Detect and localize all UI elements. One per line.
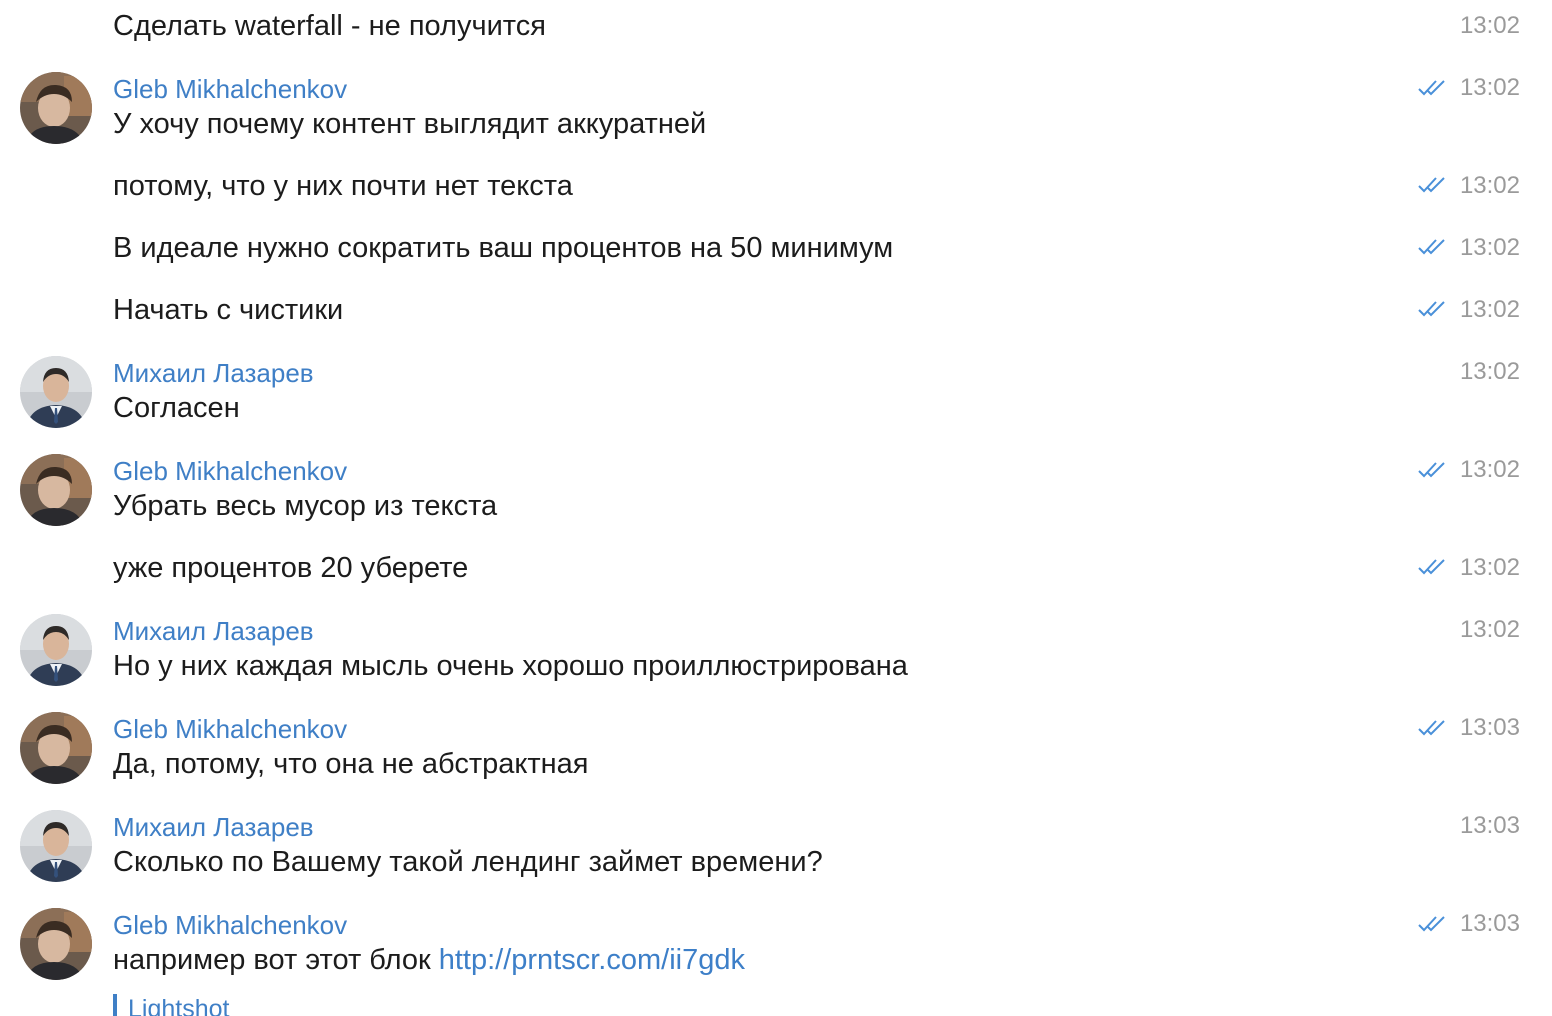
double-check-icon [1417,175,1447,195]
message-text: Начать с чистики [113,294,344,326]
avatar-mikhail[interactable] [20,810,92,882]
chat-history[interactable]: Сделать waterfall - не получится 13:02 G… [0,0,1552,1016]
message-link[interactable]: http://prntscr.com/ii7gdk [439,944,745,976]
message-time: 13:03 [1459,910,1520,937]
message-text: Убрать весь мусор из текста [113,490,498,522]
message-time: 13:02 [1459,358,1520,385]
message-text: Но у них каждая мысль очень хорошо проил… [113,650,908,682]
message-text: уже процентов 20 уберете [113,552,469,584]
message-text: Согласен [113,392,240,424]
message-time: 13:03 [1459,714,1520,741]
avatar-gleb[interactable] [20,454,92,526]
message-time: 13:02 [1459,616,1520,643]
double-check-icon [1417,718,1447,738]
message-text: В идеале нужно сократить ваш процентов н… [113,232,894,264]
avatar-gleb[interactable] [20,712,92,784]
link-preview-bar [113,994,117,1016]
message-text: Сколько по Вашему такой лендинг займет в… [113,846,823,878]
sender-name[interactable]: Gleb Mikhalchenkov [113,74,347,104]
message-text: например вот этот блок http://prntscr.co… [113,943,745,977]
double-check-icon [1417,237,1447,257]
double-check-icon [1417,557,1447,577]
message-time: 13:02 [1459,554,1520,581]
sender-name[interactable]: Gleb Mikhalchenkov [113,714,347,744]
sender-name[interactable]: Михаил Лазарев [113,616,314,646]
sender-name[interactable]: Михаил Лазарев [113,812,314,842]
avatar-mikhail[interactable] [20,614,92,686]
message-time: 13:02 [1459,456,1520,483]
sender-name[interactable]: Михаил Лазарев [113,358,314,388]
sender-name[interactable]: Gleb Mikhalchenkov [113,910,347,940]
message-time: 13:02 [1459,172,1520,199]
message-time: 13:02 [1459,234,1520,261]
double-check-icon [1417,460,1447,480]
avatar-mikhail[interactable] [20,356,92,428]
message-time: 13:02 [1459,296,1520,323]
message-text: Сделать waterfall - не получится [113,10,546,42]
double-check-icon [1417,78,1447,98]
double-check-icon [1417,299,1447,319]
double-check-icon [1417,914,1447,934]
avatar-gleb[interactable] [20,908,92,980]
link-preview-title[interactable]: Lightshot [128,994,229,1016]
sender-name[interactable]: Gleb Mikhalchenkov [113,456,347,486]
message-text: У хочу почему контент выглядит аккуратне… [113,108,707,140]
message-text: Да, потому, что она не абстрактная [113,748,589,780]
message-text: потому, что у них почти нет текста [113,170,573,202]
avatar-gleb[interactable] [20,72,92,144]
message-text-prefix: например вот этот блок [113,944,439,976]
message-time: 13:02 [1459,74,1520,101]
message-time: 13:02 [1459,12,1520,39]
message-time: 13:03 [1459,812,1520,839]
